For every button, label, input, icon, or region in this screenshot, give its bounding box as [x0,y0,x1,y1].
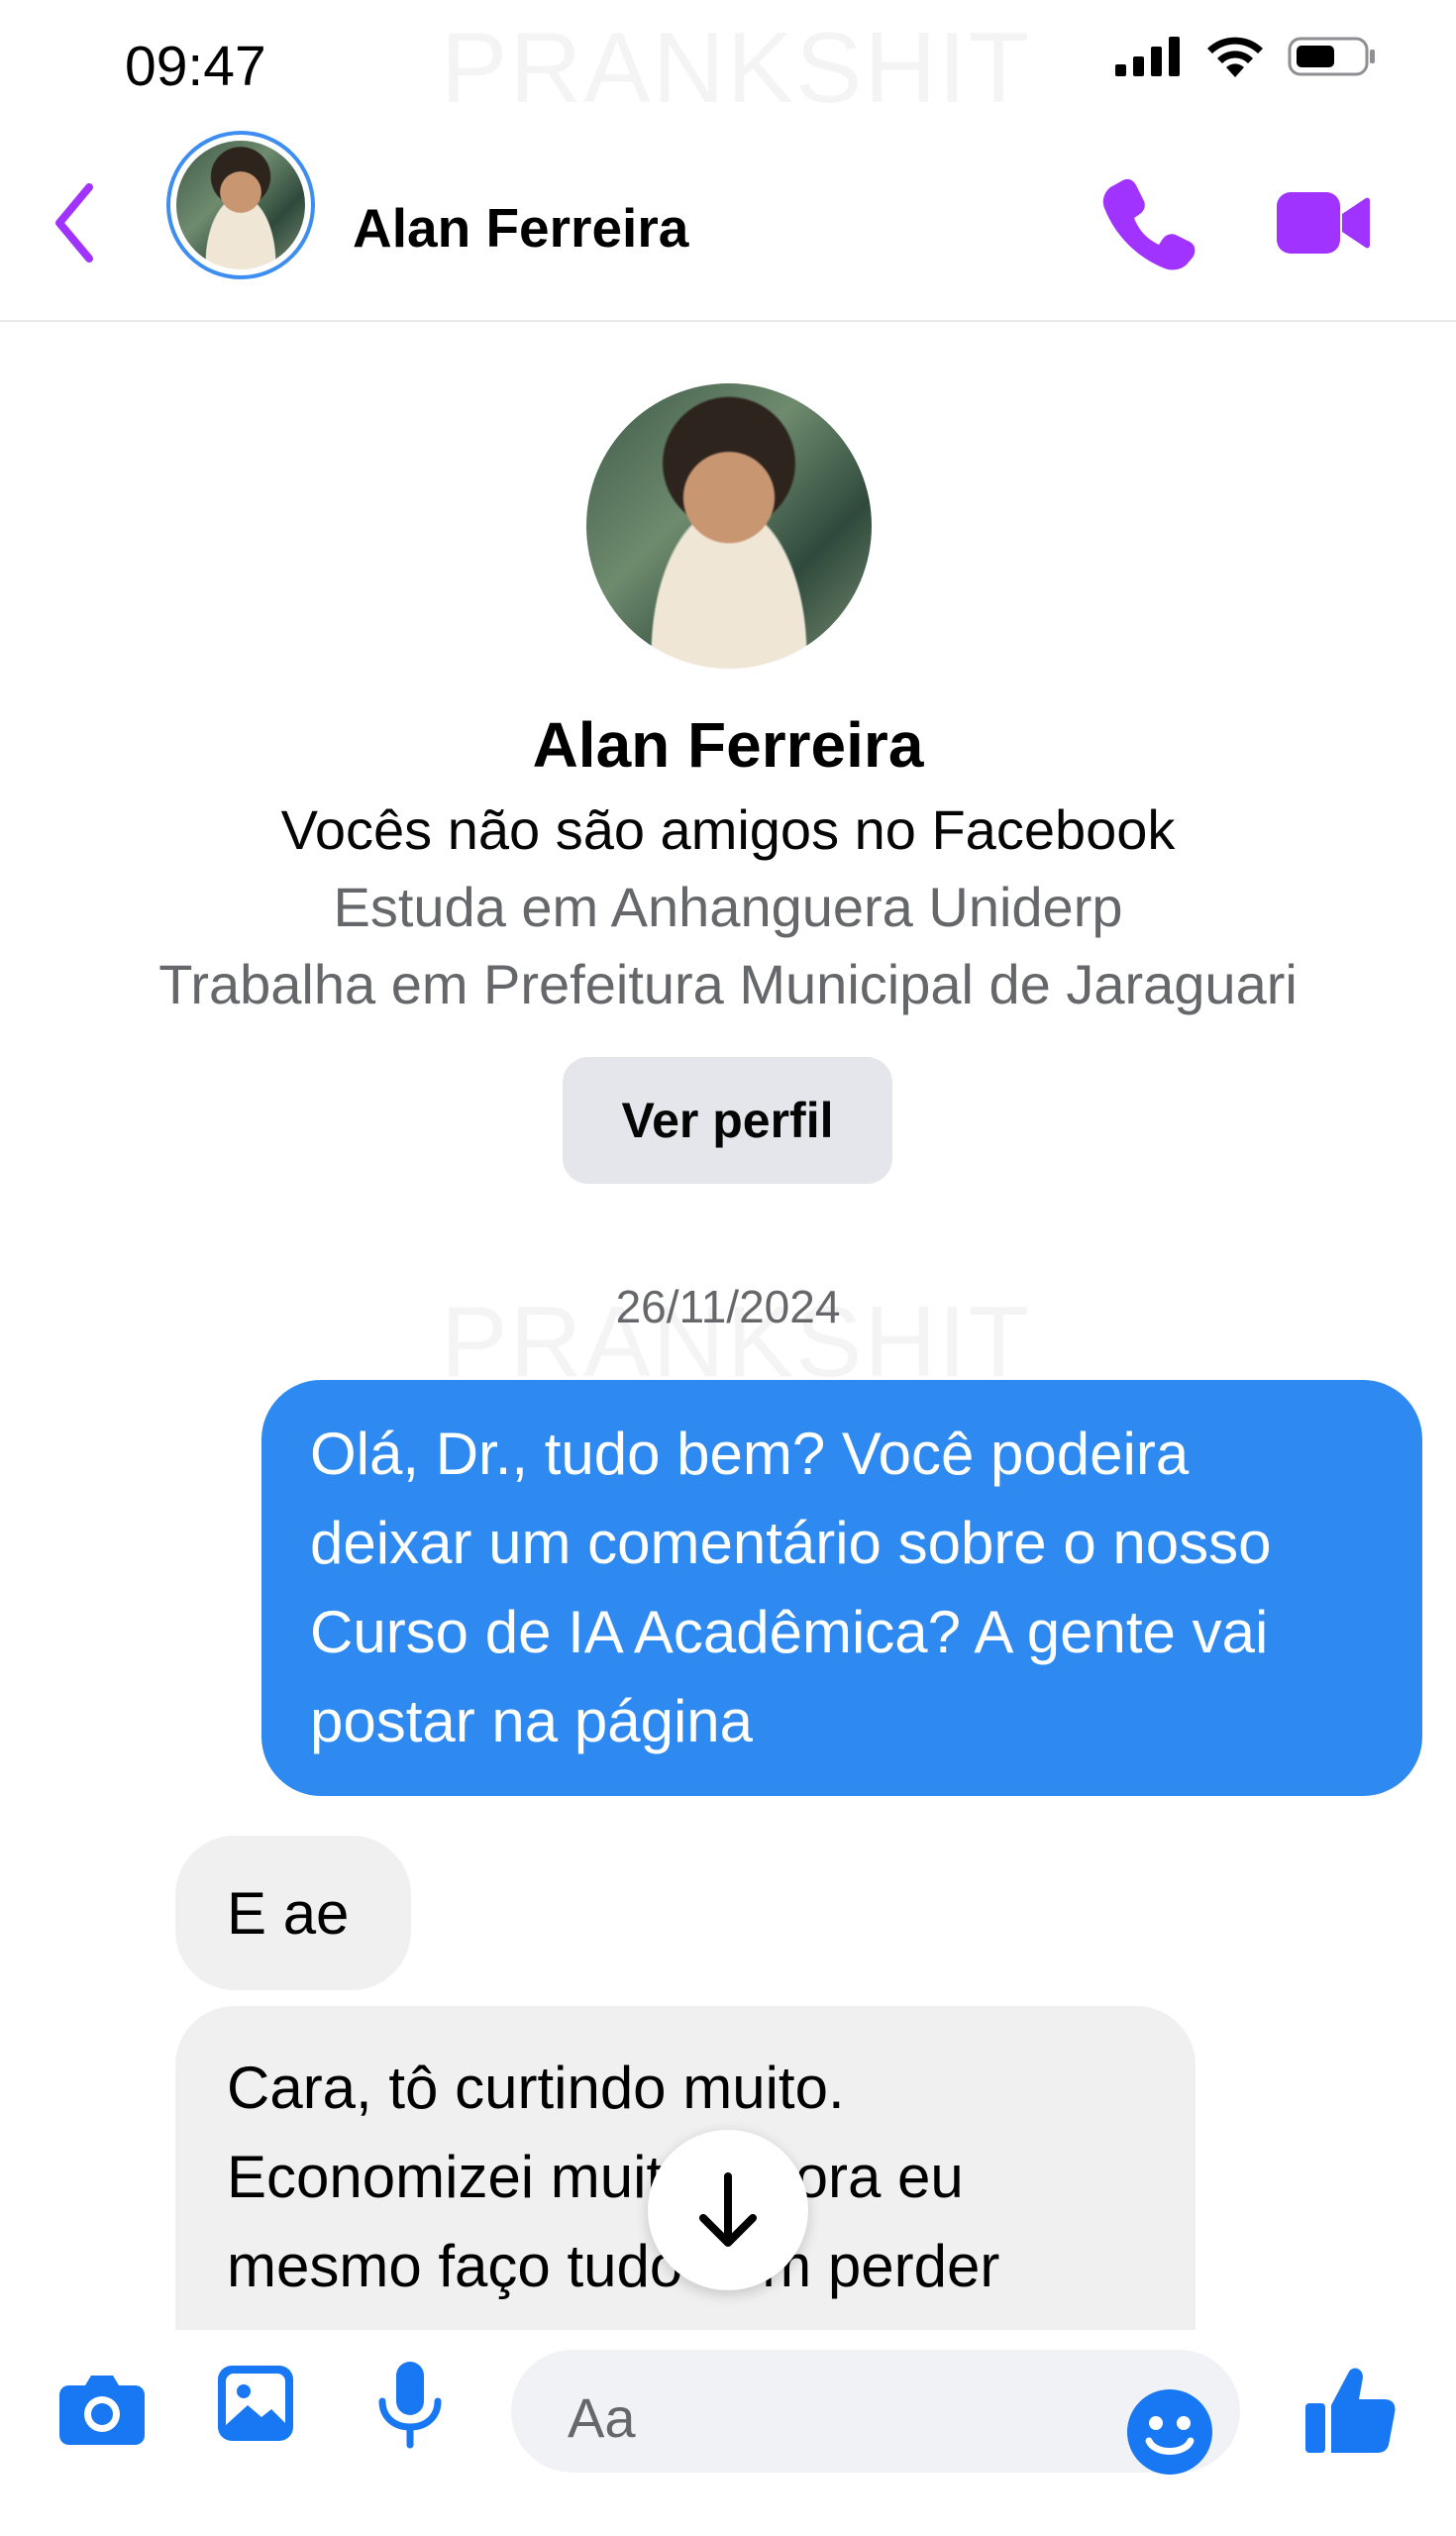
thumbs-up-icon[interactable] [1303,2364,1397,2457]
contact-name[interactable]: Alan Ferreira [353,196,688,260]
avatar[interactable] [166,131,315,279]
arrow-down-icon [699,2172,757,2247]
message-line: deixar um comentário sobre o nosso [310,1510,1272,1576]
message-line: Olá, Dr., tudo bem? Você podeira [310,1421,1190,1487]
camera-icon[interactable] [57,2368,147,2447]
conversation-header: Alan Ferreira [0,119,1456,322]
incoming-message[interactable]: E ae [175,1836,411,1990]
view-profile-button[interactable]: Ver perfil [563,1057,892,1184]
message-composer: Aa [0,2330,1456,2536]
battery-icon [1288,37,1375,76]
watermark: PRANKSHIT [441,12,1031,126]
message-input[interactable]: Aa [511,2350,1240,2475]
avatar-photo [176,141,305,269]
profile-photo[interactable] [586,383,872,669]
back-chevron-icon[interactable] [44,173,103,272]
scroll-to-bottom-button[interactable] [648,2130,808,2290]
profile-name: Alan Ferreira [532,709,924,781]
outgoing-message[interactable]: Olá, Dr., tudo bem? Você podeira deixar … [261,1380,1422,1796]
profile-work: Trabalha em Prefeitura Municipal de Jara… [158,953,1298,1015]
message-line: E ae [227,1879,350,1947]
friendship-status: Vocês não são amigos no Facebook [280,798,1176,861]
video-camera-icon[interactable] [1273,178,1372,267]
message-line: Cara, tô curtindo muito. [227,2055,845,2121]
phone-icon[interactable] [1099,173,1198,272]
image-icon[interactable] [216,2364,295,2443]
date-separator: 26/11/2024 [615,1281,841,1332]
microphone-icon[interactable] [374,2360,446,2449]
status-icons [1115,34,1377,79]
wifi-icon [1207,37,1263,77]
signal-icon [1115,37,1180,76]
message-input-placeholder: Aa [568,2386,636,2449]
profile-education: Estuda em Anhanguera Uniderp [333,876,1123,938]
message-line: postar na página [310,1688,754,1754]
message-line: Curso de IA Acadêmica? A gente vai [310,1599,1269,1665]
status-time: 09:47 [125,35,266,98]
emoji-icon[interactable] [1125,2387,1214,2477]
